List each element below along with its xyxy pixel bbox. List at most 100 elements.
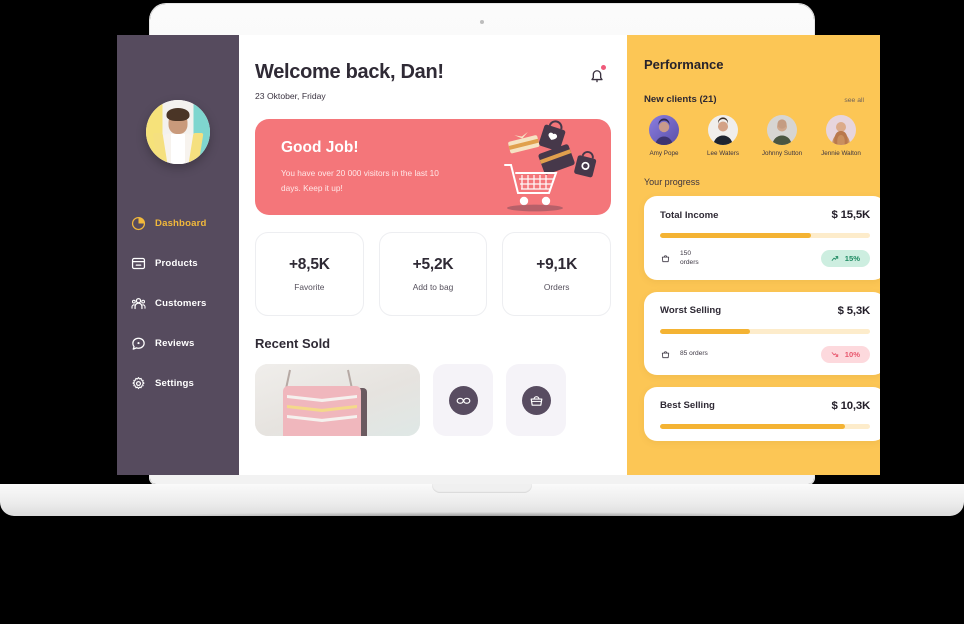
progress-card-best-selling[interactable]: Best Selling $ 10,3K [644, 386, 880, 441]
laptop-shadow [120, 512, 844, 522]
stat-card-orders[interactable]: +9,1K Orders [502, 232, 612, 316]
client-item[interactable]: Amy Pope [644, 115, 684, 157]
stat-value: +8,5K [288, 256, 330, 273]
stat-card-favorite[interactable]: +8,5K Favorite [255, 232, 364, 316]
progress-card-value: $ 10,3K [831, 399, 871, 412]
trend-down-icon [831, 351, 838, 357]
client-avatar [826, 115, 856, 145]
chevron-stripe [287, 415, 357, 422]
see-all-link[interactable]: see all [844, 97, 864, 104]
recent-product-card[interactable] [255, 364, 420, 436]
shopping-cart-illustration [504, 120, 597, 212]
welcome-text-block: Welcome back, Dan! 23 Oktober, Friday [255, 61, 444, 101]
progress-fill [660, 423, 845, 429]
current-date: 23 Oktober, Friday [255, 91, 326, 101]
stat-label: Orders [543, 282, 570, 292]
performance-panel: Performance New clients (21) see all Amy… [627, 35, 880, 475]
status-badge: 10% [820, 345, 870, 363]
client-avatar [708, 115, 738, 145]
client-name: Lee Waters [707, 150, 739, 157]
orders-unit: orders [680, 258, 699, 266]
bag-icon [661, 255, 670, 263]
client-avatar [767, 115, 797, 145]
icon-circle [521, 385, 551, 415]
progress-card-list: Total Income $ 15,5K 150 orders 15% Wors… [644, 196, 880, 441]
icon-circle [448, 385, 478, 415]
client-name: Amy Pope [649, 150, 679, 157]
status-badge: 15% [820, 250, 870, 268]
good-job-banner: Good Job! You have over 20 000 visitors … [255, 119, 611, 215]
progress-card-header: Worst Selling $ 5,3K [660, 305, 870, 317]
stat-cards: +8,5K Favorite +5,2K Add to bag +9,1K Or… [255, 232, 612, 316]
screen-viewport: Dashboard Products Customers Reviews Set… [117, 35, 880, 475]
progress-fill [660, 328, 751, 334]
progress-track [660, 328, 870, 334]
people-icon [131, 297, 146, 309]
category-card-handbag[interactable] [506, 364, 566, 436]
avatar-hair [166, 108, 190, 121]
orders-info: 150 orders [660, 250, 699, 268]
progress-card-name: Best Selling [660, 400, 715, 412]
orders-count: 150 [680, 250, 692, 257]
orders-info: 85 orders [660, 349, 708, 360]
sidebar: Dashboard Products Customers Reviews Set… [117, 35, 239, 475]
progress-card-name: Total Income [660, 209, 719, 221]
progress-card-value: $ 5,3K [837, 304, 871, 317]
avatar-jennie-walton [826, 115, 856, 145]
pie-chart-icon [131, 216, 146, 230]
welcome-header: Welcome back, Dan! 23 Oktober, Friday [255, 61, 627, 101]
client-item[interactable]: Lee Waters [703, 115, 743, 157]
progress-card-footer: 150 orders 15% [660, 250, 870, 268]
avatar-johnny-sutton [767, 115, 797, 145]
progress-card-name: Worst Selling [660, 305, 722, 317]
avatar[interactable] [146, 100, 210, 164]
banner-message: You have over 20 000 visitors in the las… [281, 168, 439, 194]
your-progress-label: Your progress [644, 177, 700, 187]
progress-fill [660, 233, 812, 238]
sidebar-item-products[interactable]: Products [117, 243, 239, 283]
stat-value: +9,1K [536, 256, 578, 273]
progress-card-total-income[interactable]: Total Income $ 15,5K 150 orders 15% [644, 196, 880, 280]
client-item[interactable]: Jennie Walton [821, 115, 861, 157]
avatar-tank-top [171, 134, 185, 164]
notification-button[interactable] [587, 65, 607, 87]
sidebar-item-settings[interactable]: Settings [117, 363, 239, 403]
badge-value: 10% [844, 349, 860, 359]
avatar-amy-pope [649, 115, 679, 145]
sidebar-item-reviews[interactable]: Reviews [117, 323, 239, 363]
new-clients-label: New clients (21) [644, 94, 717, 105]
progress-card-value: $ 15,5K [831, 209, 871, 221]
client-name: Johnny Sutton [761, 150, 803, 157]
gear-icon [132, 376, 145, 389]
stat-label: Add to bag [412, 282, 454, 292]
recent-sold-list [255, 364, 627, 436]
sidebar-item-dashboard[interactable]: Dashboard [117, 203, 239, 243]
window-icon [131, 257, 146, 269]
sidebar-nav: Dashboard Products Customers Reviews Set… [117, 203, 239, 403]
avatar-lee-waters [708, 115, 738, 145]
chevron-stripe [287, 405, 357, 412]
handbag-icon [530, 395, 542, 406]
new-clients-header: New clients (21) see all [644, 94, 880, 105]
client-avatar [649, 115, 679, 145]
progress-track [660, 233, 870, 238]
sidebar-item-customers[interactable]: Customers [117, 283, 239, 323]
bag-icon [661, 351, 670, 358]
sidebar-item-label: Customers [155, 297, 207, 309]
client-name: Jennie Walton [821, 150, 861, 157]
sidebar-item-label: Products [155, 257, 198, 269]
notification-badge-dot [601, 65, 606, 70]
badge-value: 15% [844, 254, 860, 264]
progress-card-worst-selling[interactable]: Worst Selling $ 5,3K 85 orders 10% [644, 291, 880, 375]
chat-bubble-icon [132, 337, 145, 350]
screenshot-stage: Dashboard Products Customers Reviews Set… [0, 0, 964, 624]
orders-text-block: 150 orders [680, 250, 699, 268]
progress-card-footer: 85 orders 10% [660, 345, 870, 363]
category-card-sunglasses[interactable] [433, 364, 493, 436]
client-item[interactable]: Johnny Sutton [762, 115, 802, 157]
stat-card-add-to-bag[interactable]: +5,2K Add to bag [378, 232, 488, 316]
main-content: Welcome back, Dan! 23 Oktober, Friday Go… [239, 35, 627, 475]
sunglasses-icon [456, 397, 470, 404]
progress-card-header: Total Income $ 15,5K [660, 209, 870, 221]
orders-count: 85 orders [680, 349, 708, 357]
